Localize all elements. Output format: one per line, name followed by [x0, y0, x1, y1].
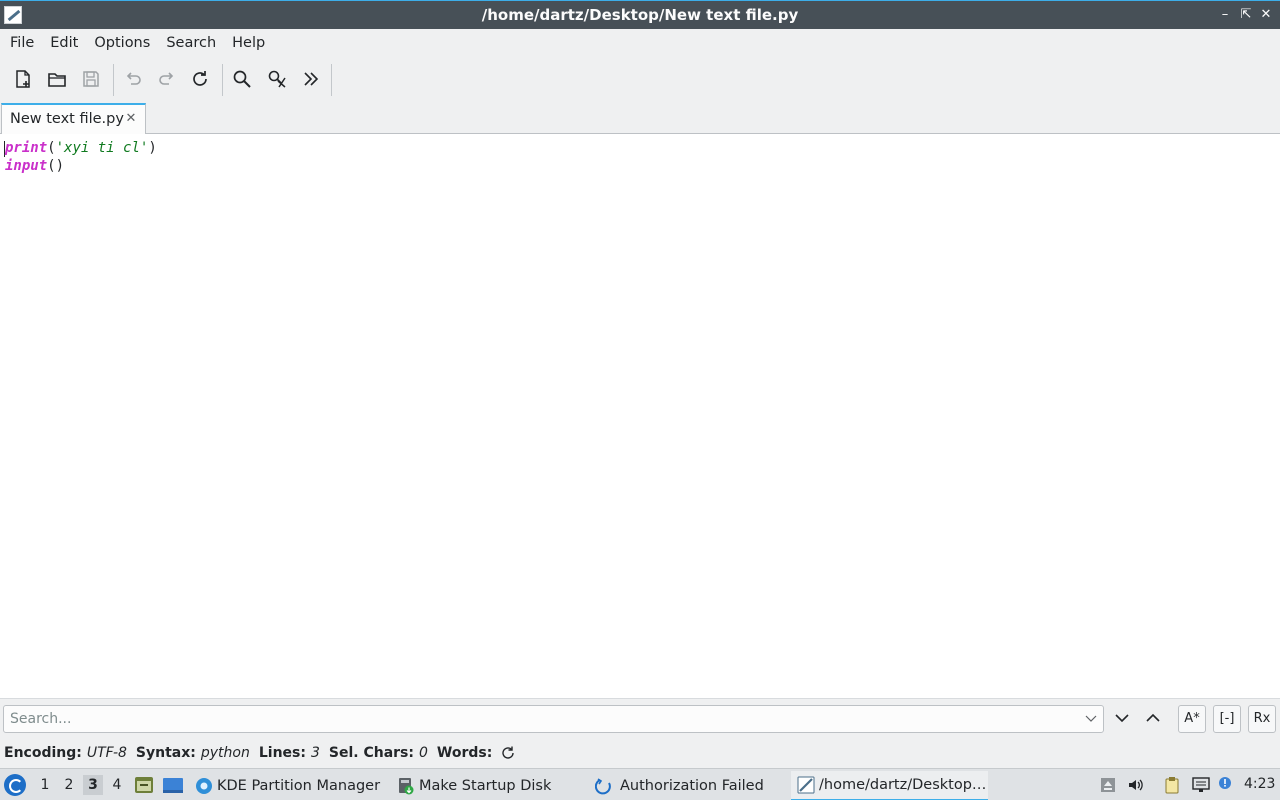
menu-bar: File Edit Options Search Help: [0, 29, 1280, 57]
status-bar: Encoding: UTF-8 Syntax: python Lines: 3 …: [0, 740, 1280, 766]
window-titlebar: /home/dartz/Desktop/New text file.py – ⇱…: [0, 0, 1280, 29]
notifications-icon[interactable]: [1218, 776, 1236, 794]
toolbar-separator: [222, 64, 223, 96]
sel-chars-label: Sel. Chars:: [328, 745, 414, 761]
sel-chars-value: 0: [418, 745, 428, 761]
find-next-icon[interactable]: [1112, 708, 1132, 728]
taskbar-app-make-startup-disk[interactable]: Make Startup Disk: [397, 771, 551, 800]
save-button[interactable]: [76, 64, 106, 94]
find-replace-button[interactable]: [262, 64, 292, 94]
find-icon: [233, 70, 251, 88]
encoding-value: UTF-8: [86, 745, 127, 761]
menu-options[interactable]: Options: [86, 29, 158, 57]
desktop-1[interactable]: 1: [35, 775, 55, 795]
toolbar: [0, 58, 1280, 102]
reload-icon: [193, 71, 207, 86]
more-button[interactable]: [296, 64, 326, 94]
code-punct: (: [47, 158, 56, 174]
featherpad-icon: [797, 776, 815, 794]
desktop-4[interactable]: 4: [107, 775, 127, 795]
system-updates-icon[interactable]: [1099, 776, 1117, 794]
taskbar-app-label: Make Startup Disk: [419, 778, 552, 794]
undo-button[interactable]: [118, 64, 148, 94]
startup-disk-icon: [399, 778, 414, 795]
taskbar-app-label: /home/dartz/Desktop…: [819, 777, 987, 793]
taskbar-app-label: Authorization Failed: [620, 778, 764, 794]
new-file-icon: [16, 70, 30, 88]
new-file-button[interactable]: [8, 64, 38, 94]
volume-icon[interactable]: [1127, 776, 1145, 794]
syntax-value: python: [200, 745, 250, 761]
code-line: print('xyi ti cl'): [5, 140, 157, 156]
refresh-icon[interactable]: [500, 745, 516, 761]
redo-icon: [159, 72, 174, 85]
tab-close-icon[interactable]: ✕: [125, 111, 137, 126]
window-title: /home/dartz/Desktop/New text file.py: [481, 6, 799, 24]
desktop-3[interactable]: 3: [83, 775, 103, 795]
regex-button[interactable]: Rx: [1248, 705, 1276, 733]
taskbar-app-authorization-failed[interactable]: Authorization Failed: [595, 771, 764, 800]
lines-label: Lines:: [258, 745, 306, 761]
desktop-2[interactable]: 2: [59, 775, 79, 795]
encoding-label: Encoding:: [4, 745, 82, 761]
undo-icon: [126, 72, 141, 85]
menu-search[interactable]: Search: [158, 29, 224, 57]
search-bar: A* [-] Rx: [0, 698, 1280, 740]
file-manager-icon[interactable]: [134, 775, 154, 795]
text-editor[interactable]: print('xyi ti cl') input(): [0, 134, 1280, 698]
menu-edit[interactable]: Edit: [42, 29, 86, 57]
code-punct: ): [148, 140, 157, 156]
tab-label: New text file.py: [10, 111, 124, 127]
search-input[interactable]: [10, 708, 1080, 730]
reload-button[interactable]: [185, 64, 215, 94]
find-replace-icon: [268, 70, 286, 88]
authorization-icon: [595, 778, 611, 795]
taskbar: 1 2 3 4 KDE Partition Manager Make Start…: [0, 768, 1280, 800]
minimize-icon[interactable]: –: [1217, 6, 1233, 24]
toolbar-separator: [331, 64, 332, 96]
show-desktop-icon[interactable]: [162, 775, 184, 795]
taskbar-app-kde-partition-manager[interactable]: KDE Partition Manager: [195, 771, 380, 800]
syntax-label: Syntax:: [135, 745, 196, 761]
clock[interactable]: 4:23: [1244, 776, 1275, 792]
application-menu-icon[interactable]: [4, 774, 26, 796]
code-punct: ): [55, 158, 65, 174]
whole-word-button[interactable]: [-]: [1213, 705, 1241, 733]
menu-help[interactable]: Help: [224, 29, 273, 57]
words-label: Words:: [436, 745, 493, 761]
code-keyword: input: [5, 158, 48, 174]
search-field[interactable]: [3, 705, 1104, 733]
clipboard-icon[interactable]: [1164, 776, 1182, 794]
close-icon[interactable]: ✕: [1258, 6, 1274, 24]
open-file-button[interactable]: [42, 64, 72, 94]
taskbar-app-featherpad[interactable]: /home/dartz/Desktop…: [791, 771, 988, 800]
kde-partition-icon: [196, 778, 212, 794]
code-punct: (: [47, 140, 56, 156]
chevron-down-icon[interactable]: [1085, 711, 1097, 725]
tab-bar: New text file.py ✕: [0, 102, 1280, 135]
find-previous-icon[interactable]: [1143, 708, 1163, 728]
lines-value: 3: [310, 745, 320, 761]
find-button[interactable]: [227, 64, 257, 94]
network-icon[interactable]: [1192, 776, 1210, 794]
toolbar-separator: [113, 64, 114, 96]
taskbar-app-label: KDE Partition Manager: [217, 778, 381, 794]
code-string: 'xyi ti cl': [55, 140, 149, 156]
code-keyword: print: [5, 140, 48, 156]
more-icon: [304, 72, 319, 86]
redo-button[interactable]: [152, 64, 182, 94]
code-line: input(): [5, 158, 64, 174]
save-icon: [83, 71, 99, 87]
tab-new-text-file[interactable]: New text file.py ✕: [1, 103, 146, 135]
menu-file[interactable]: File: [2, 29, 42, 57]
restore-icon[interactable]: ⇱: [1238, 6, 1254, 24]
match-case-button[interactable]: A*: [1178, 705, 1206, 733]
open-file-icon: [48, 73, 66, 87]
